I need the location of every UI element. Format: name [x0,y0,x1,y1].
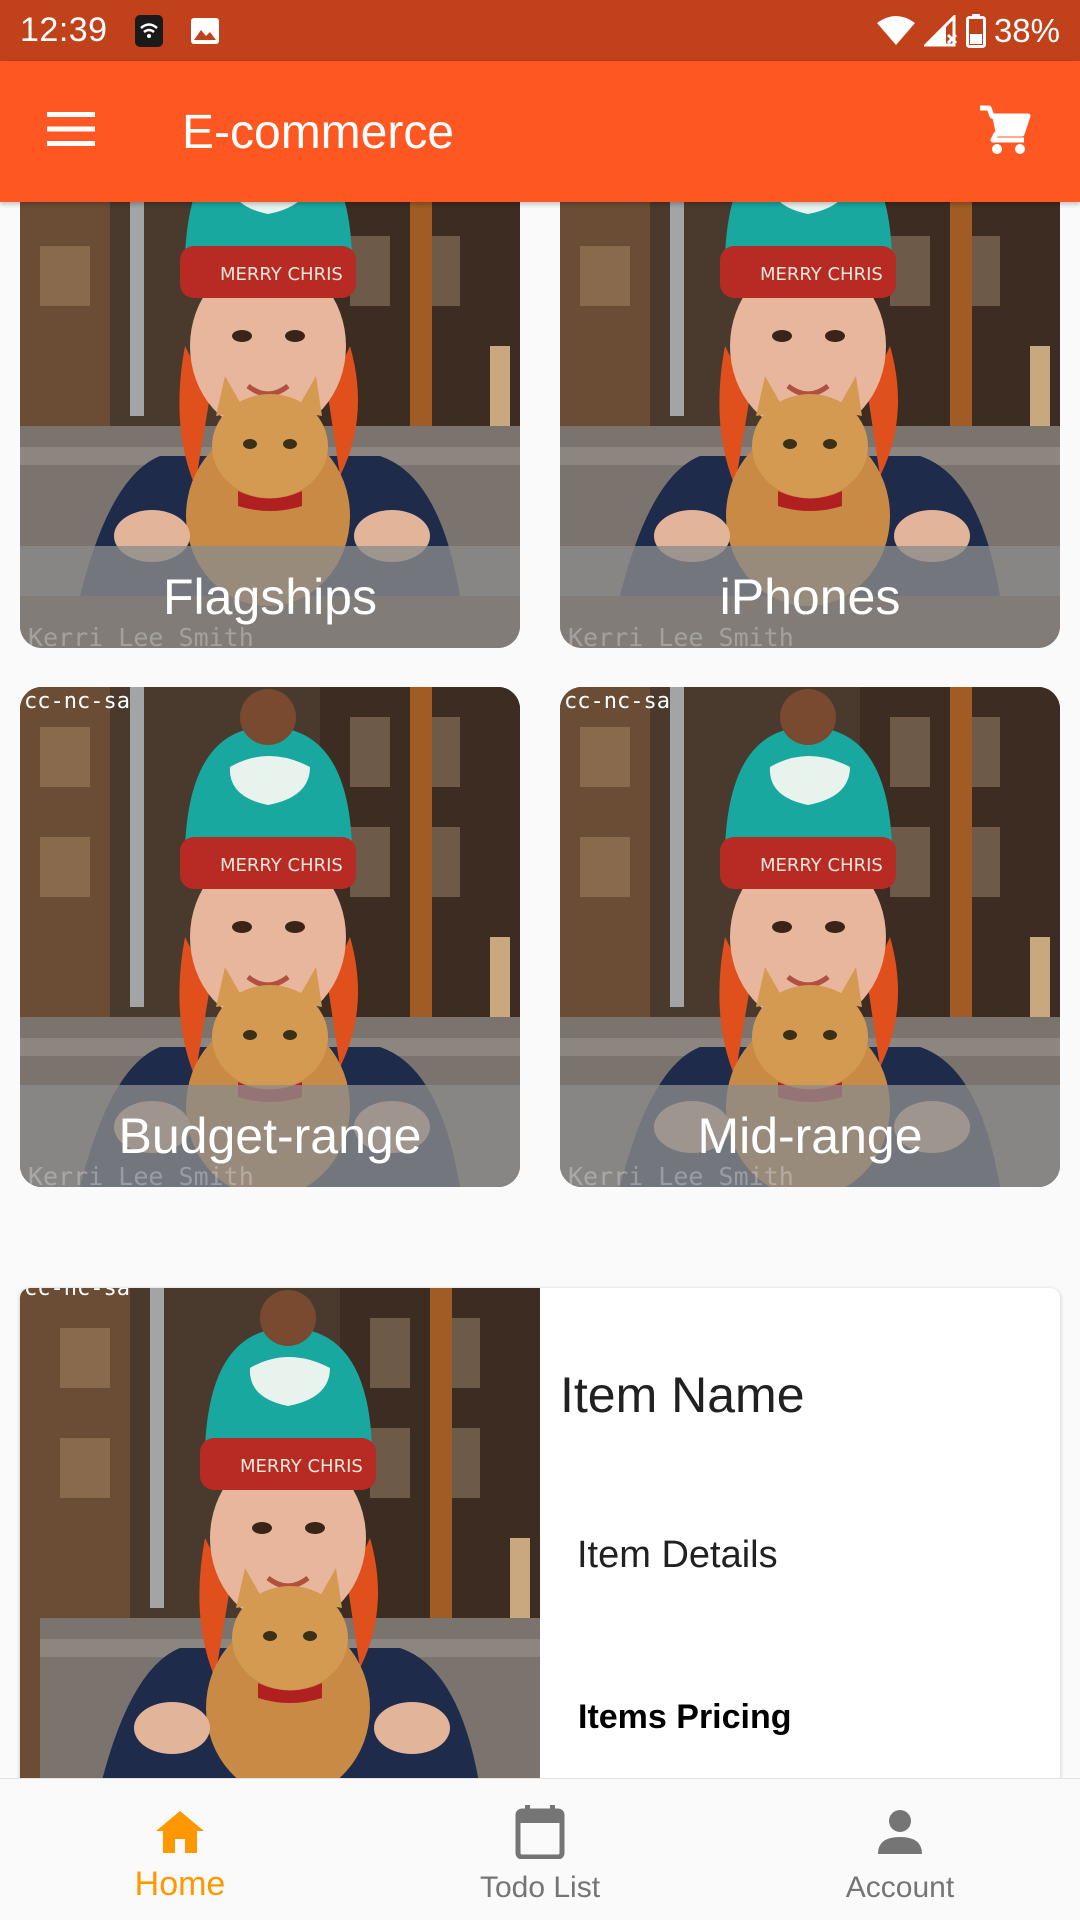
category-caption: Budget-range Kerri Lee Smith [20,1085,520,1187]
category-label: Flagships [163,569,377,625]
category-label: Mid-range [697,1108,923,1164]
bottom-navigation: Home Todo List Account [0,1778,1080,1920]
category-caption: Flagships Kerri Lee Smith [20,546,520,648]
category-caption: Mid-range Kerri Lee Smith [560,1085,1060,1187]
image-icon [190,17,220,45]
license-watermark: cc-nc-sa [24,1288,130,1301]
nav-label: Account [845,1871,955,1904]
nav-label: Todo List [479,1871,601,1904]
category-label: Budget-range [118,1108,422,1164]
calendar-icon [515,1805,565,1859]
featured-item-card[interactable]: cc-nc-sa Item Name Item Details Items Pr… [20,1288,1060,1778]
home-icon [154,1805,206,1859]
category-caption: iPhones Kerri Lee Smith [560,546,1060,648]
battery-icon [965,13,986,48]
license-watermark: cc-nc-sa [24,689,130,714]
credit-watermark: Kerri Lee Smith [568,1162,794,1187]
hamburger-menu-icon [47,111,95,151]
battery-percentage: 38% [993,11,1060,49]
cart-button[interactable] [972,99,1038,165]
shopping-cart-icon [978,104,1032,161]
wifi-icon [876,15,916,47]
credit-watermark: Kerri Lee Smith [28,623,254,648]
credit-watermark: Kerri Lee Smith [28,1162,254,1187]
account-icon [877,1805,923,1859]
item-photo: cc-nc-sa [20,1288,560,1778]
main-content: cc-nc-sa Flagships Kerri Lee Smith cc-nc… [0,202,1080,1778]
category-label: iPhones [719,569,901,625]
app-title: E-commerce [182,106,455,159]
nav-account[interactable]: Account [720,1779,1080,1920]
menu-button[interactable] [40,103,102,159]
nav-home[interactable]: Home [0,1779,360,1920]
license-watermark: cc-nc-sa [564,689,670,714]
status-bar: 12:39 38% [0,0,1080,61]
category-tile-flagships[interactable]: cc-nc-sa Flagships Kerri Lee Smith [20,202,520,648]
item-pricing: Items Pricing [578,1698,792,1736]
category-tile-mid-range[interactable]: cc-nc-sa Mid-range Kerri Lee Smith [560,687,1060,1187]
category-tile-iphones[interactable]: cc-nc-sa iPhones Kerri Lee Smith [560,202,1060,648]
item-name: Item Name [560,1367,805,1423]
nav-label: Home [134,1865,226,1903]
item-info: Item Name Item Details Items Pricing [560,1288,1060,1778]
status-time: 12:39 [20,11,108,49]
app-bar: E-commerce [0,61,1080,202]
wifi-calling-icon [134,14,164,48]
category-tile-budget-range[interactable]: cc-nc-sa Budget-range Kerri Lee Smith [20,687,520,1187]
item-details: Item Details [577,1534,778,1576]
cell-signal-icon [923,14,958,47]
credit-watermark: Kerri Lee Smith [568,623,794,648]
nav-todo-list[interactable]: Todo List [360,1779,720,1920]
